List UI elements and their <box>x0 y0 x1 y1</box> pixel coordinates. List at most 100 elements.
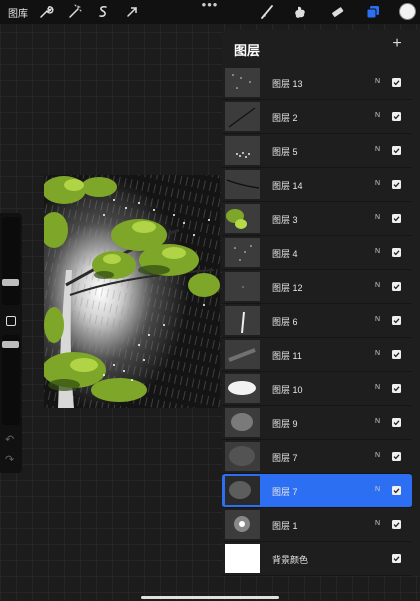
layer-name: 图层 3 <box>272 215 298 225</box>
blend-mode-button[interactable]: N <box>375 418 380 425</box>
layer-name: 背景颜色 <box>272 555 309 565</box>
layer-name: 图层 2 <box>272 113 298 123</box>
layer-visibility-checkbox[interactable] <box>392 520 401 529</box>
layer-thumbnail[interactable] <box>225 408 260 437</box>
layer-row[interactable]: 图层 2 N <box>222 100 412 134</box>
top-toolbar: 图库 ••• <box>0 0 420 24</box>
layer-visibility-checkbox[interactable] <box>392 214 401 223</box>
layer-name: 图层 11 <box>272 351 302 361</box>
opacity-thumb[interactable] <box>2 341 19 348</box>
layer-row[interactable]: 图层 4 N <box>222 236 412 270</box>
transform-arrow-icon[interactable] <box>123 3 141 21</box>
layer-visibility-checkbox[interactable] <box>392 316 401 325</box>
layer-row[interactable]: 图层 3 N <box>222 202 412 236</box>
layer-name: 图层 7 <box>272 453 298 463</box>
layer-visibility-checkbox[interactable] <box>392 282 401 291</box>
layers-panel: 图层 + 图层 13 N 图层 2 N 图层 5 N 图层 14 N 图层 3 N 图层 4 N 图层 … <box>222 30 420 576</box>
layer-name: 图层 1 <box>272 521 298 531</box>
blend-mode-button[interactable]: N <box>375 486 380 493</box>
blend-mode-button[interactable]: N <box>375 214 380 221</box>
layer-thumbnail[interactable] <box>225 374 260 403</box>
layer-visibility-checkbox[interactable] <box>392 452 401 461</box>
redo-icon[interactable]: ↷ <box>5 453 14 466</box>
layer-thumbnail[interactable] <box>225 102 260 131</box>
layer-visibility-checkbox[interactable] <box>392 486 401 495</box>
layer-thumbnail[interactable] <box>225 340 260 369</box>
blend-mode-button[interactable]: N <box>375 384 380 391</box>
layer-row[interactable]: 图层 14 N <box>222 168 412 202</box>
opacity-slider[interactable] <box>2 335 20 425</box>
layer-thumbnail[interactable] <box>225 544 260 573</box>
layer-row[interactable]: 背景颜色 <box>222 542 412 576</box>
wrench-icon[interactable] <box>37 3 55 21</box>
blend-mode-button[interactable]: N <box>375 520 380 527</box>
layer-name: 图层 9 <box>272 419 298 429</box>
blend-mode-button[interactable]: N <box>375 78 380 85</box>
layer-name: 图层 10 <box>272 385 303 395</box>
layer-visibility-checkbox[interactable] <box>392 146 401 155</box>
layer-name: 图层 14 <box>272 181 303 191</box>
layer-name: 图层 7 <box>272 487 298 497</box>
blend-mode-button[interactable]: N <box>375 248 380 255</box>
blend-mode-button[interactable]: N <box>375 180 380 187</box>
brush-size-slider[interactable] <box>2 217 20 305</box>
artwork-canvas[interactable] <box>44 175 220 408</box>
layer-visibility-checkbox[interactable] <box>392 418 401 427</box>
layer-row[interactable]: 图层 11 N <box>222 338 412 372</box>
blend-mode-button[interactable]: N <box>375 112 380 119</box>
layer-thumbnail[interactable] <box>225 68 260 97</box>
layers-panel-title: 图层 <box>234 43 261 58</box>
layer-row[interactable]: 图层 10 N <box>222 372 412 406</box>
layer-thumbnail[interactable] <box>225 272 260 301</box>
selection-icon[interactable] <box>94 3 112 21</box>
color-swatch[interactable] <box>399 3 416 20</box>
home-indicator <box>141 596 279 599</box>
layer-thumbnail[interactable] <box>225 238 260 267</box>
eraser-icon[interactable] <box>328 3 346 21</box>
layer-name: 图层 5 <box>272 147 298 157</box>
blend-mode-button[interactable]: N <box>375 350 380 357</box>
layer-name: 图层 4 <box>272 249 298 259</box>
magic-wand-icon[interactable] <box>66 3 84 21</box>
layer-visibility-checkbox[interactable] <box>392 554 401 563</box>
layer-row[interactable]: 图层 13 N <box>222 66 412 100</box>
artwork-image <box>44 175 220 408</box>
brush-icon[interactable] <box>258 3 276 21</box>
layer-thumbnail[interactable] <box>225 476 260 505</box>
layer-name: 图层 12 <box>272 283 303 293</box>
layer-thumbnail[interactable] <box>225 306 260 335</box>
side-sliders: ↶ ↷ <box>0 213 22 473</box>
layer-row[interactable]: 图层 7 N <box>222 474 412 508</box>
layers-icon[interactable] <box>364 3 382 21</box>
blend-mode-button[interactable]: N <box>375 282 380 289</box>
smudge-icon[interactable] <box>292 3 310 21</box>
layer-row[interactable]: 图层 9 N <box>222 406 412 440</box>
layer-visibility-checkbox[interactable] <box>392 350 401 359</box>
layer-visibility-checkbox[interactable] <box>392 384 401 393</box>
layer-visibility-checkbox[interactable] <box>392 112 401 121</box>
layer-visibility-checkbox[interactable] <box>392 180 401 189</box>
layer-row[interactable]: 图层 12 N <box>222 270 412 304</box>
blend-mode-button[interactable]: N <box>375 316 380 323</box>
blend-mode-button[interactable]: N <box>375 146 380 153</box>
brush-size-thumb[interactable] <box>2 279 19 286</box>
layer-row[interactable]: 图层 7 N <box>222 440 412 474</box>
layer-name: 图层 6 <box>272 317 298 327</box>
layer-thumbnail[interactable] <box>225 204 260 233</box>
layer-thumbnail[interactable] <box>225 170 260 199</box>
layer-row[interactable]: 图层 1 N <box>222 508 412 542</box>
add-layer-button[interactable]: + <box>390 36 404 52</box>
layer-visibility-checkbox[interactable] <box>392 78 401 87</box>
more-dots-icon[interactable]: ••• <box>201 0 219 14</box>
layer-thumbnail[interactable] <box>225 442 260 471</box>
layer-thumbnail[interactable] <box>225 136 260 165</box>
layer-row[interactable]: 图层 6 N <box>222 304 412 338</box>
blend-mode-button[interactable]: N <box>375 452 380 459</box>
undo-icon[interactable]: ↶ <box>5 433 14 446</box>
layer-thumbnail[interactable] <box>225 510 260 539</box>
layer-name: 图层 13 <box>272 79 303 89</box>
modify-button[interactable] <box>6 316 16 326</box>
layer-row[interactable]: 图层 5 N <box>222 134 412 168</box>
layer-visibility-checkbox[interactable] <box>392 248 401 257</box>
gallery-button[interactable]: 图库 <box>8 5 28 20</box>
